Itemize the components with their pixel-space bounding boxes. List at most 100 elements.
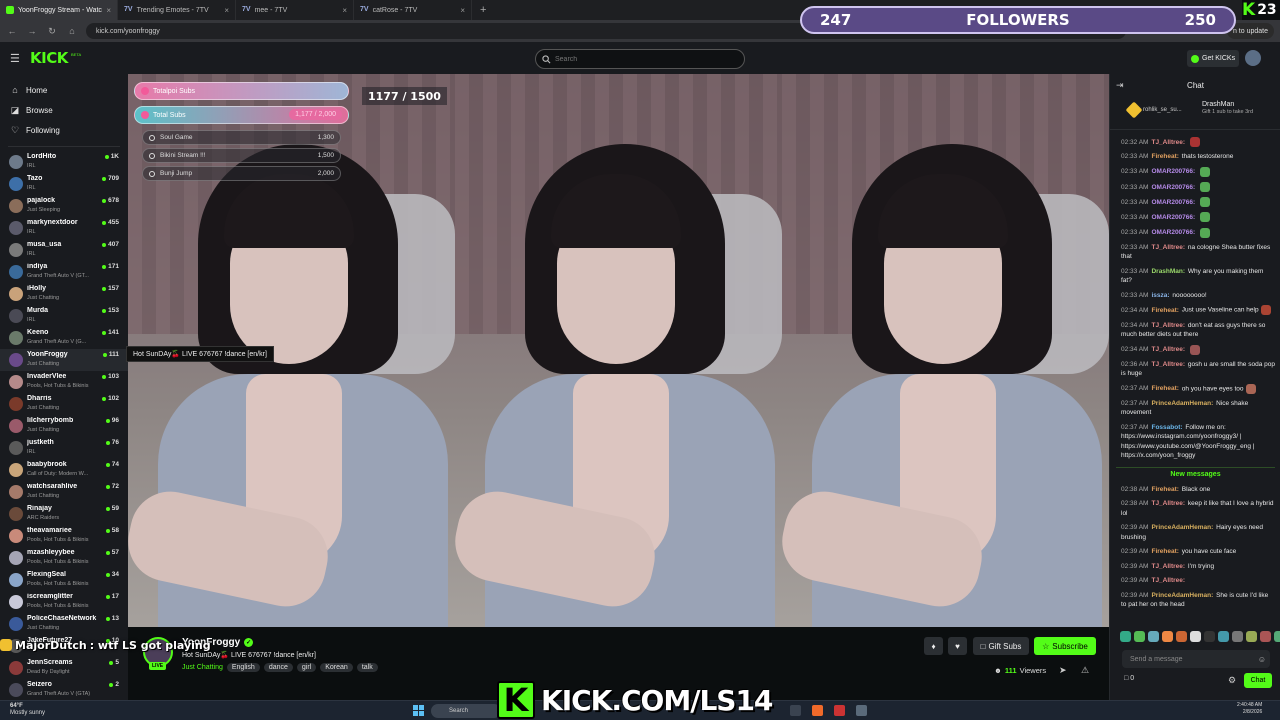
- chat-username[interactable]: OMAR200766:: [1151, 214, 1195, 221]
- back-icon[interactable]: ←: [6, 26, 18, 36]
- chat-username[interactable]: Fireheat:: [1151, 486, 1178, 493]
- taskbar-search[interactable]: Search: [431, 704, 501, 718]
- taskbar-app-icon[interactable]: [790, 705, 801, 716]
- emote-icon[interactable]: [1218, 631, 1229, 642]
- chat-username[interactable]: Fireheat:: [1151, 548, 1178, 555]
- emote-icon[interactable]: [1134, 631, 1145, 642]
- chat-username[interactable]: TJ_Alltree:: [1151, 577, 1185, 584]
- user-avatar[interactable]: [1245, 50, 1261, 66]
- emote-icon[interactable]: [1274, 631, 1280, 642]
- video-player[interactable]: Totalpoi Subs Total Subs 1,177 / 2,000 So…: [128, 74, 1109, 627]
- collapse-chat-icon[interactable]: ⇥: [1116, 80, 1124, 91]
- sidebar-channel[interactable]: iHolly Just Chatting 157: [0, 283, 128, 305]
- sidebar-channel[interactable]: justketh IRL 76: [0, 437, 128, 459]
- emote-icon[interactable]: [1148, 631, 1159, 642]
- stream-category[interactable]: Just Chatting: [182, 664, 223, 671]
- sidebar-channel[interactable]: Seizero Grand Theft Auto V (GTA) 2: [0, 679, 128, 700]
- follow-button[interactable]: ♥: [948, 637, 967, 655]
- sidebar-channel[interactable]: watchsarahlive Just Chatting 72: [0, 481, 128, 503]
- close-tab-icon[interactable]: ×: [106, 6, 111, 15]
- taskbar-app-icon[interactable]: [834, 705, 845, 716]
- emote-icon[interactable]: [1190, 631, 1201, 642]
- browser-tab[interactable]: 7V catRose - 7TV ×: [354, 0, 472, 20]
- chat-username[interactable]: TJ_Alltree:: [1151, 139, 1185, 146]
- emote-picker-icon[interactable]: ☺: [1258, 655, 1266, 664]
- sidebar-channel[interactable]: FlexingSeal Pools, Hot Tubs & Bikinis 34: [0, 569, 128, 591]
- sidebar-channel[interactable]: Murda IRL 153: [0, 305, 128, 327]
- sidebar-channel[interactable]: musa_usa IRL 407: [0, 239, 128, 261]
- emote-icon[interactable]: [1204, 631, 1215, 642]
- windows-start-icon[interactable]: [413, 705, 424, 716]
- chat-username[interactable]: Fireheat:: [1151, 153, 1178, 160]
- close-tab-icon[interactable]: ×: [460, 6, 465, 15]
- sidebar-channel[interactable]: PoliceChaseNetwork Just Chatting 13: [0, 613, 128, 635]
- sidebar-channel[interactable]: markynextdoor IRL 455: [0, 217, 128, 239]
- gifter-right[interactable]: DrashMan Gift 1 sub to take 3rd: [1202, 101, 1272, 116]
- sidebar-channel[interactable]: Dharris Just Chatting 102: [0, 393, 128, 415]
- stream-tag[interactable]: Korean: [320, 663, 353, 672]
- browser-tab[interactable]: 7V mee - 7TV ×: [236, 0, 354, 20]
- sidebar-channel[interactable]: theavamariee Pools, Hot Tubs & Bikinis 58: [0, 525, 128, 547]
- search-box[interactable]: [535, 49, 745, 69]
- sidebar-channel[interactable]: indiya Grand Theft Auto V (GT... 171: [0, 261, 128, 283]
- close-tab-icon[interactable]: ×: [224, 6, 229, 15]
- emote-icon[interactable]: [1260, 631, 1271, 642]
- gift-counter[interactable]: □ 0: [1124, 675, 1134, 682]
- chat-username[interactable]: OMAR200766:: [1151, 199, 1195, 206]
- chat-username[interactable]: PrinceAdamHeman:: [1151, 400, 1213, 407]
- sidebar-channel[interactable]: lilcherrybomb Just Chatting 96: [0, 415, 128, 437]
- weather-widget[interactable]: 64°F Mostly sunny: [10, 703, 45, 717]
- menu-icon[interactable]: ☰: [10, 52, 20, 65]
- sidebar-channel[interactable]: iscreamglitter Pools, Hot Tubs & Bikinis 1…: [0, 591, 128, 613]
- emote-icon[interactable]: [1176, 631, 1187, 642]
- kick-logo[interactable]: KICK: [30, 49, 68, 67]
- nav-following[interactable]: ♡ Following: [0, 120, 128, 140]
- notifications-button[interactable]: ♦: [924, 637, 943, 655]
- close-tab-icon[interactable]: ×: [342, 6, 347, 15]
- stream-tag[interactable]: talk: [356, 663, 378, 672]
- new-tab-button[interactable]: +: [472, 4, 494, 16]
- chat-username[interactable]: TJ_Alltree:: [1151, 500, 1185, 507]
- send-chat-button[interactable]: Chat: [1244, 673, 1272, 688]
- gifter-left[interactable]: rohlik_se_su...: [1125, 101, 1182, 119]
- sidebar-channel[interactable]: InvaderVlee Pools, Hot Tubs & Bikinis 103: [0, 371, 128, 393]
- chat-username[interactable]: DrashMan:: [1151, 268, 1185, 275]
- chat-username[interactable]: TJ_Alltree:: [1151, 361, 1185, 368]
- emote-icon[interactable]: [1120, 631, 1131, 642]
- sidebar-channel[interactable]: Rinajay ARC Raiders 59: [0, 503, 128, 525]
- chat-username[interactable]: Fossabot:: [1151, 424, 1182, 431]
- stream-tag[interactable]: English: [226, 663, 260, 672]
- nav-browse[interactable]: ◪ Browse: [0, 100, 128, 120]
- new-messages-divider[interactable]: New messages: [1116, 466, 1275, 478]
- emote-icon[interactable]: [1246, 631, 1257, 642]
- reload-icon[interactable]: ↻: [46, 26, 58, 37]
- sidebar-channel[interactable]: YoonFroggy Just Chatting 111: [0, 349, 128, 371]
- search-input[interactable]: [555, 55, 735, 63]
- chat-username[interactable]: OMAR200766:: [1151, 168, 1195, 175]
- chat-username[interactable]: OMAR200766:: [1151, 184, 1195, 191]
- sidebar-channel[interactable]: pajalock Just Sleeping 678: [0, 195, 128, 217]
- forward-icon[interactable]: →: [26, 26, 38, 36]
- brave-icon[interactable]: [812, 705, 823, 716]
- emote-icon[interactable]: [1162, 631, 1173, 642]
- sidebar-channel[interactable]: JennScreams Dead By Daylight 5: [0, 657, 128, 679]
- subscribe-button[interactable]: ☆ Subscribe: [1034, 637, 1096, 655]
- sidebar-channel[interactable]: Tazo IRL 709: [0, 173, 128, 195]
- report-icon[interactable]: ⚠: [1081, 665, 1089, 676]
- browser-tab[interactable]: YoonFroggy Stream - Watc ×: [0, 0, 118, 20]
- system-clock[interactable]: 2:40:48 AM 2/8/2026: [1237, 702, 1262, 716]
- chat-username[interactable]: PrinceAdamHeman:: [1151, 592, 1213, 599]
- chat-username[interactable]: OMAR200766:: [1151, 229, 1195, 236]
- sidebar-channel[interactable]: Keeno Grand Theft Auto V (G... 141: [0, 327, 128, 349]
- nav-home[interactable]: ⌂ Home: [0, 80, 128, 100]
- chat-username[interactable]: PrinceAdamHeman:: [1151, 524, 1213, 531]
- gear-icon[interactable]: ⚙: [1228, 675, 1236, 686]
- chat-input[interactable]: Send a message ☺: [1122, 650, 1270, 668]
- sidebar-channel[interactable]: mzashleyybee Pools, Hot Tubs & Bikinis 57: [0, 547, 128, 569]
- stream-tag[interactable]: girl: [296, 663, 317, 672]
- chat-username[interactable]: TJ_Alltree:: [1151, 346, 1185, 353]
- chat-username[interactable]: TJ_Alltree:: [1151, 563, 1185, 570]
- emote-icon[interactable]: [1232, 631, 1243, 642]
- chat-username[interactable]: issza:: [1151, 292, 1169, 299]
- stream-tag[interactable]: dance: [263, 663, 293, 672]
